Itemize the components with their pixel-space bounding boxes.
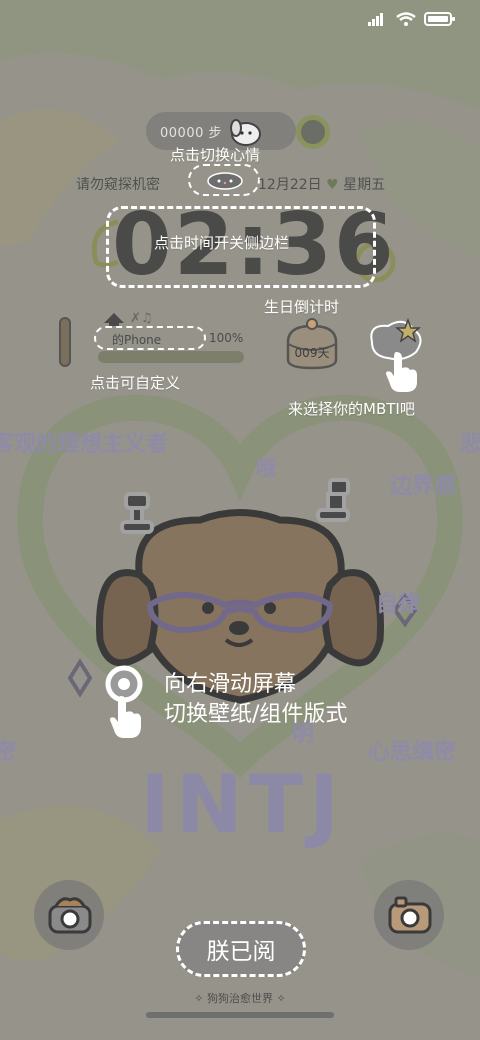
- status-bar: [368, 12, 456, 26]
- mbti-type-label: INTJ: [140, 758, 346, 851]
- swipe-hint-line1: 向右滑动屏幕: [164, 672, 297, 697]
- sidebar-hint: 点击时间开关侧边栏: [154, 234, 290, 252]
- left-quick-button[interactable]: [34, 880, 104, 950]
- date-value: 12月22日: [258, 177, 322, 193]
- mbti-hint: 来选择你的MBTI吧: [288, 400, 415, 418]
- footer-slogan: 狗狗治愈世界: [207, 992, 273, 1005]
- birthday-hint: 生日倒计时: [264, 298, 340, 316]
- wallpaper-text-right-edge: 悲: [460, 432, 480, 457]
- decor-icons: ✗♫: [104, 311, 153, 326]
- sparkle-icon: ✧: [276, 992, 286, 1005]
- mood-hint: 点击切换心情: [170, 146, 261, 164]
- wifi-icon: [396, 12, 416, 26]
- battery-percent: 100%: [209, 331, 244, 345]
- footer-text: ✧ 狗狗治愈世界 ✧: [0, 990, 480, 1006]
- birthday-countdown: 009天: [294, 346, 330, 360]
- battery-icon: [424, 12, 455, 26]
- wallpaper-text-discipline: 自律: [376, 592, 421, 617]
- camera-icon: [388, 896, 432, 934]
- home-indicator[interactable]: [146, 1012, 334, 1018]
- mood-toggle-button[interactable]: [188, 164, 260, 196]
- customize-hint: 点击可自定义: [90, 374, 181, 392]
- wallpaper-text-oh: 哦: [256, 456, 276, 480]
- signal-icon: [368, 13, 383, 26]
- sparkle-icon: ✧: [194, 992, 204, 1005]
- battery-level-bar: [98, 351, 244, 363]
- swipe-hint-line2: 切换壁纸/组件版式: [164, 702, 348, 727]
- privacy-text: 请勿窥探机密: [76, 177, 160, 193]
- battery-device-label: 的Phone: [112, 333, 162, 347]
- swipe-hand-icon: [105, 665, 143, 738]
- weekday-value: 星期五: [343, 177, 386, 193]
- dog-camera-icon: [48, 897, 92, 934]
- wallpaper-text-idealist: 客观的理想主义者: [0, 432, 169, 457]
- acknowledge-button[interactable]: 朕已阅: [176, 921, 306, 977]
- date-text: 12月22日 ♥ 星期五: [258, 174, 385, 194]
- heart-icon: ♥: [326, 177, 339, 193]
- wallpaper-text-thoughts: 心思缜密: [368, 740, 457, 765]
- wallpaper-text-boundary: 边界感: [390, 474, 457, 499]
- dog-mascot-icon: [230, 119, 261, 146]
- tap-hand-icon: [386, 352, 417, 392]
- camera-button[interactable]: [374, 880, 444, 950]
- svg-text:✗♫: ✗♫: [130, 311, 153, 326]
- mood-ring-widget[interactable]: [296, 115, 330, 149]
- wallpaper-text-left-edge: 密: [0, 740, 17, 765]
- lock-screen: 00000 步 点击切换心情 请勿窥探机密 12月22日 ♥ 星期五 02:36…: [0, 0, 480, 1040]
- side-tab-icon: [59, 317, 71, 367]
- steps-count: 00000 步: [160, 126, 222, 141]
- mood-face-icon: [207, 172, 243, 190]
